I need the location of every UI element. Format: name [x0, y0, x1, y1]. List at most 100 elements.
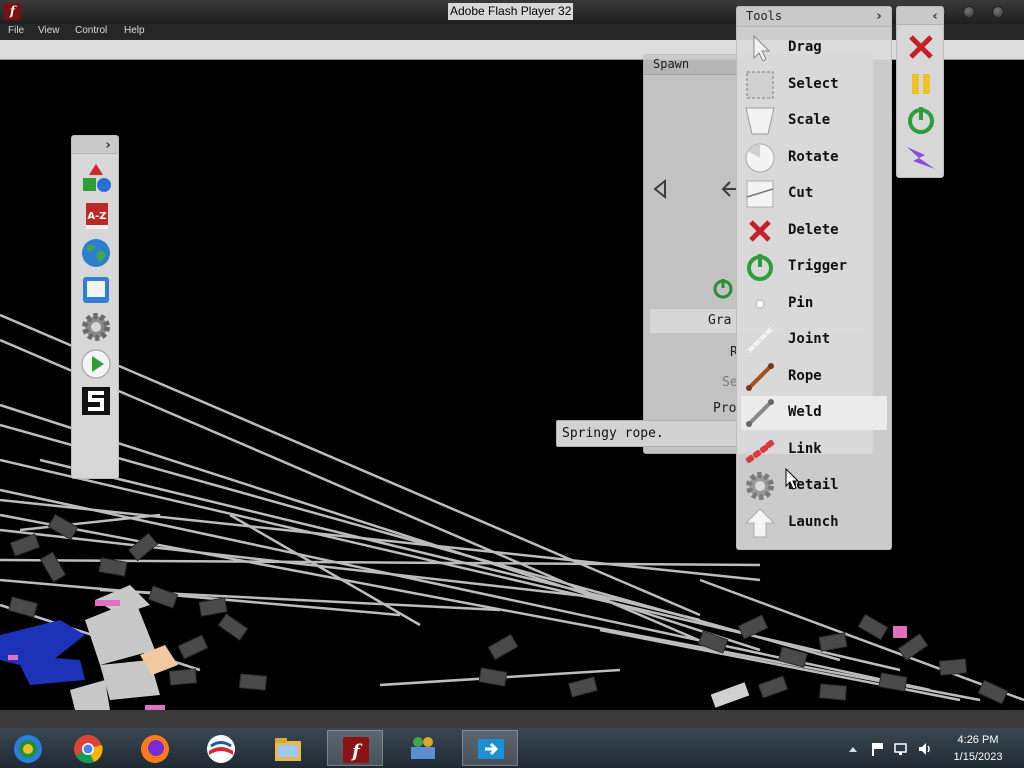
- flash-player-icon: f: [4, 3, 21, 20]
- joint-icon: [746, 326, 774, 354]
- mouse-cursor-icon: [785, 468, 799, 490]
- power-toggle-icon[interactable]: [712, 277, 734, 299]
- left-toolbar-header: ›: [72, 136, 118, 154]
- scroll-strip: [0, 710, 1024, 728]
- tools-panel-title: Tools: [746, 9, 783, 23]
- chevron-right-icon[interactable]: ›: [102, 139, 114, 153]
- clock-date: 1/15/2023: [953, 751, 1003, 763]
- settings-gear-icon[interactable]: [80, 311, 112, 343]
- maximize-icon[interactable]: [963, 6, 975, 18]
- clear-x-icon[interactable]: [905, 31, 937, 63]
- tool-cut[interactable]: Cut: [741, 177, 887, 211]
- tool-label: Scale: [788, 112, 831, 128]
- rope-icon: [746, 363, 774, 391]
- tool-label: Rotate: [788, 149, 839, 165]
- tool-pin[interactable]: Pin: [741, 287, 887, 321]
- flash-player-window: f Adobe Flash Player 32 File View Contro…: [0, 0, 1024, 768]
- tools-panel: Tools › Drag Select Scale Rotate Cut Del…: [736, 6, 892, 550]
- tool-drag[interactable]: Drag: [741, 31, 887, 65]
- flag-icon[interactable]: [869, 741, 885, 757]
- menu-file[interactable]: File: [8, 25, 24, 36]
- tool-label: Pin: [788, 295, 814, 311]
- tool-label: Weld: [788, 404, 822, 420]
- taskbar-clock[interactable]: 4:26 PM 1/15/2023: [937, 732, 1019, 766]
- delete-x-icon: [749, 220, 771, 242]
- spawn-shapes-icon[interactable]: [80, 162, 112, 194]
- rotate-icon: [745, 143, 775, 173]
- tool-scale[interactable]: Scale: [741, 104, 887, 138]
- taskbar-google-chrome[interactable]: [60, 730, 116, 766]
- taskbar-network-users[interactable]: [395, 730, 451, 766]
- tool-trigger[interactable]: Trigger: [741, 250, 887, 284]
- taskbar-chrome-browser[interactable]: [0, 730, 56, 766]
- play-icon[interactable]: [80, 348, 112, 380]
- world-globe-icon[interactable]: [80, 237, 112, 269]
- tool-label: Delete: [788, 222, 839, 238]
- clock-time: 4:26 PM: [957, 734, 999, 746]
- drag-cursor-icon: [753, 34, 771, 62]
- tool-label: Trigger: [788, 258, 848, 274]
- tool-label: Joint: [788, 331, 831, 347]
- launch-arrow-icon: [744, 508, 776, 538]
- taskbar-file-explorer[interactable]: [260, 730, 316, 766]
- network-icon[interactable]: [893, 741, 909, 757]
- left-toolbar: › A-Z: [71, 135, 119, 479]
- google-chrome-icon: [74, 735, 103, 764]
- tool-label: Link: [788, 441, 822, 457]
- chevron-left-icon[interactable]: ‹: [929, 10, 941, 24]
- taskbar-flash-player[interactable]: f: [327, 730, 383, 766]
- menu-control[interactable]: Control: [75, 25, 107, 36]
- tool-rope[interactable]: Rope: [741, 360, 887, 394]
- taskbar-firefox[interactable]: [127, 730, 183, 766]
- tool-rotate[interactable]: Rotate: [741, 141, 887, 175]
- lightning-icon[interactable]: [905, 141, 937, 173]
- tool-label: Select: [788, 76, 839, 92]
- show-hidden-icon[interactable]: [845, 741, 861, 757]
- tool-delete[interactable]: Delete: [741, 214, 887, 248]
- right-toolbar-header: ‹: [897, 7, 943, 25]
- spawn-panel-title: Spawn: [653, 57, 690, 71]
- power-icon[interactable]: [905, 104, 937, 136]
- tool-link[interactable]: Link: [741, 433, 887, 467]
- menu-view[interactable]: View: [38, 25, 60, 36]
- chevron-right-icon[interactable]: ›: [873, 10, 885, 24]
- select-box-icon: [746, 71, 774, 99]
- tool-joint[interactable]: Joint: [741, 323, 887, 357]
- pin-icon: [755, 299, 765, 309]
- file-explorer-icon: [275, 738, 301, 761]
- tooltip: Springy rope.: [556, 420, 742, 447]
- tool-launch[interactable]: Launch: [741, 506, 887, 540]
- close-icon[interactable]: [992, 6, 1004, 18]
- menu-help[interactable]: Help: [124, 25, 145, 36]
- remote-desktop-icon: [478, 739, 504, 759]
- previous-arrow-icon[interactable]: [652, 179, 668, 199]
- firefox-icon: [141, 735, 169, 763]
- window-title: Adobe Flash Player 32: [448, 3, 574, 20]
- svg-text:A-Z: A-Z: [87, 211, 106, 222]
- taskbar-obama-logo[interactable]: [193, 730, 249, 766]
- flash-player-icon: f: [343, 737, 369, 763]
- save-disk-icon[interactable]: [80, 274, 112, 306]
- weld-icon: [746, 399, 774, 427]
- scale-icon: [745, 107, 775, 135]
- chrome-browser-icon: [14, 735, 42, 763]
- tool-select[interactable]: Select: [741, 68, 887, 102]
- link-icon: [745, 440, 775, 463]
- catalog-a-z-icon[interactable]: A-Z: [80, 200, 112, 232]
- detail-gear-icon: [746, 472, 774, 500]
- pause-icon[interactable]: [905, 68, 937, 100]
- white-block: [710, 682, 750, 708]
- tools-panel-header: Tools ›: [737, 7, 891, 27]
- network-users-icon: [411, 737, 435, 759]
- logo-s-icon[interactable]: [80, 385, 112, 417]
- tool-label: Rope: [788, 368, 822, 384]
- cut-icon: [746, 180, 774, 208]
- volume-icon[interactable]: [917, 741, 933, 757]
- tool-label: Cut: [788, 185, 814, 201]
- trigger-power-icon: [747, 254, 773, 281]
- tool-detail[interactable]: Detail: [741, 469, 887, 503]
- tool-weld[interactable]: Weld: [741, 396, 887, 430]
- taskbar-remote-desktop[interactable]: [462, 730, 518, 766]
- obama-logo-icon: [207, 735, 235, 763]
- pink-block: [893, 626, 907, 638]
